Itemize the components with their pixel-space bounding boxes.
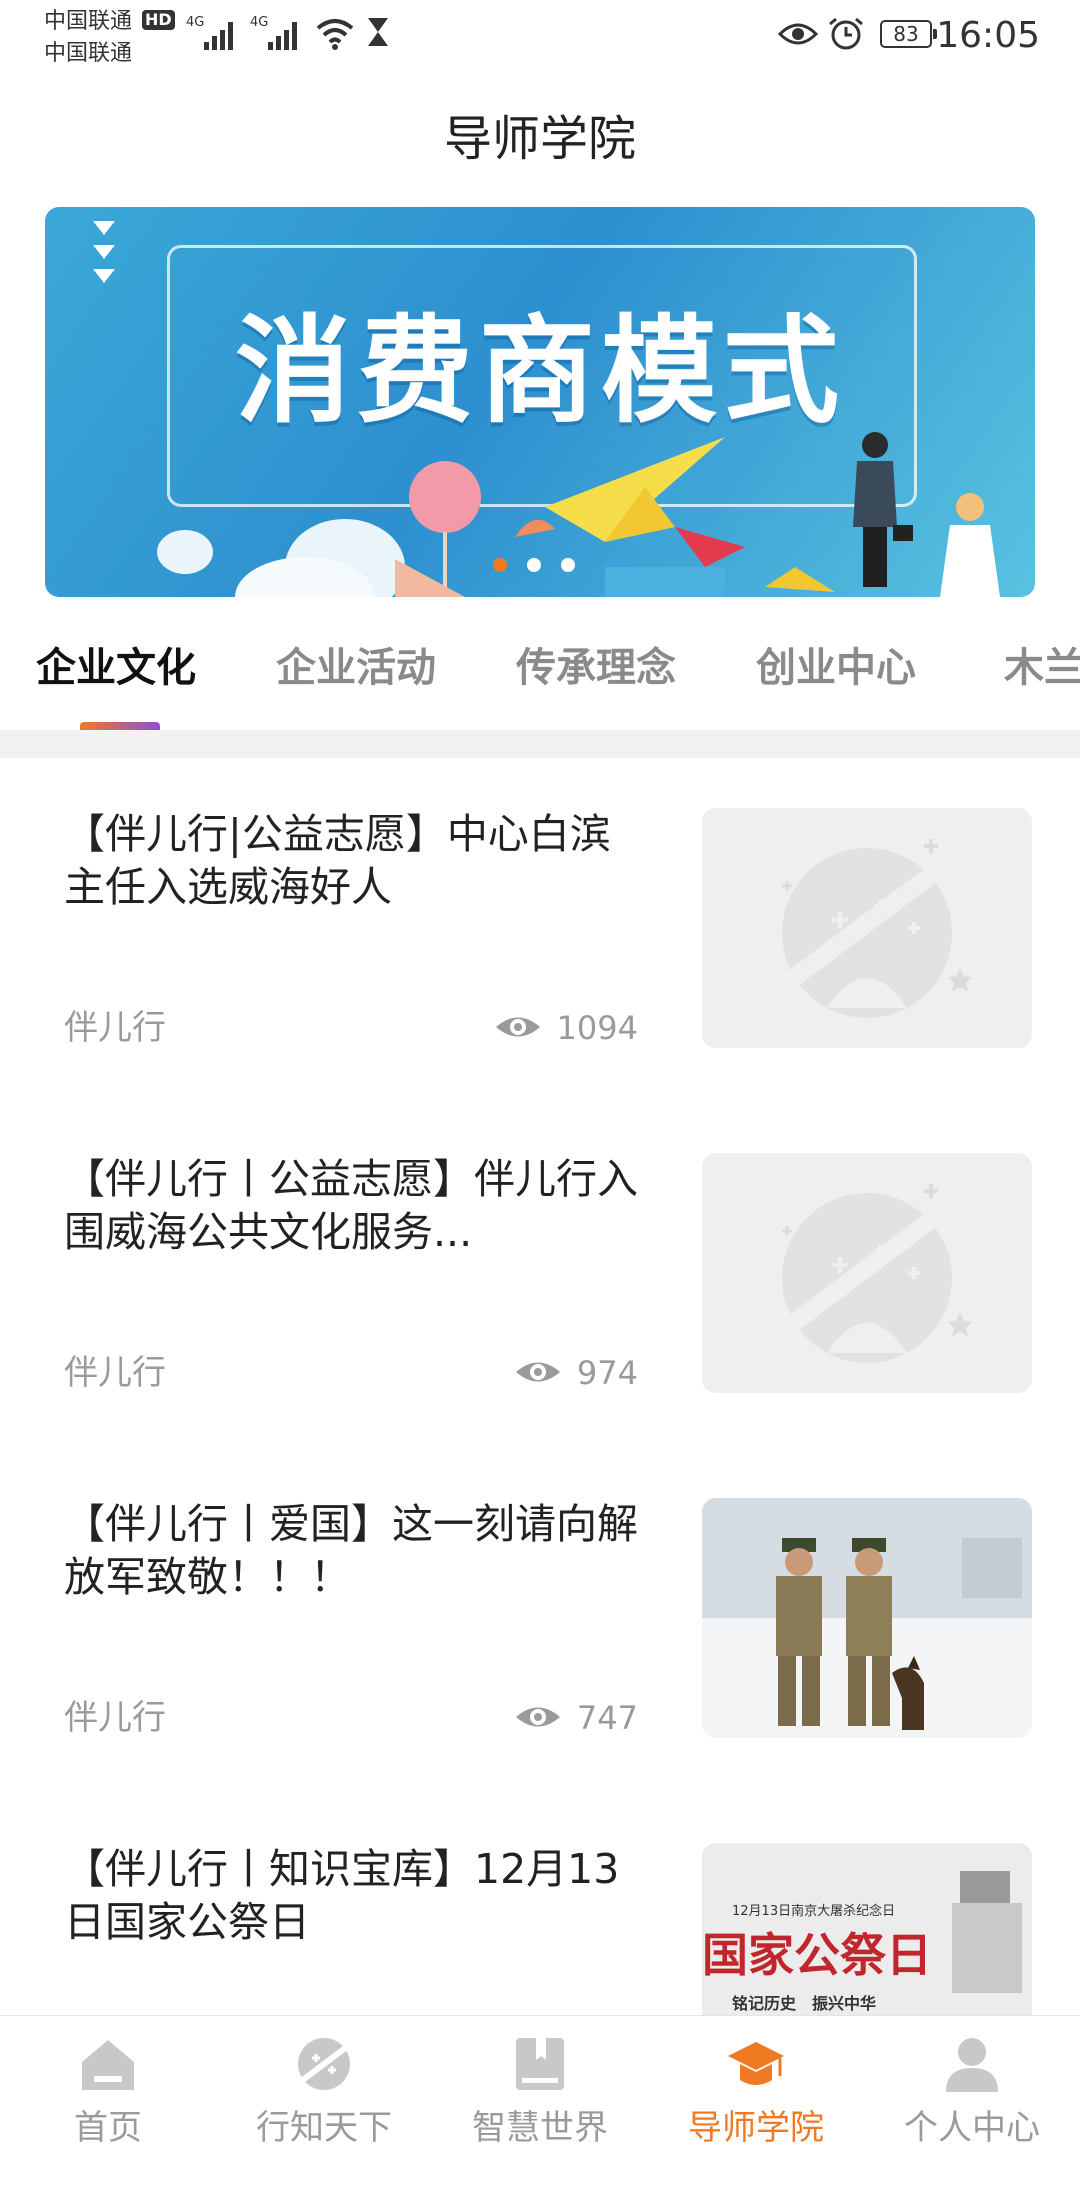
nav-explore-world[interactable]: 行知天下: [216, 2016, 432, 2161]
wifi-icon: [316, 19, 354, 50]
status-bar: 中国联通 中国联通 HD 4G 4G 83 16:05: [0, 0, 1080, 80]
section-divider: [0, 730, 1080, 758]
hd-badge: HD: [142, 10, 175, 30]
graduation-cap-icon: [728, 2042, 784, 2085]
carrier-name-1: 中国联通: [44, 9, 133, 34]
clock: 16:05: [936, 15, 1040, 56]
article-thumbnail: [702, 808, 1032, 1048]
article-title: 【伴儿行丨公益志愿】伴儿行入围威海公共文化服务...: [64, 1155, 638, 1256]
article-title: 【伴儿行|公益志愿】中心白滨主任入选威海好人: [64, 810, 611, 911]
person-icon: [946, 2038, 998, 2092]
article-title: 【伴儿行丨知识宝库】12月13日国家公祭日: [64, 1845, 620, 1946]
tab-enterprise-activities[interactable]: 企业活动: [276, 640, 436, 696]
nav-home[interactable]: 首页: [0, 2016, 216, 2161]
view-count: 747: [576, 1699, 638, 1737]
carousel-indicator: [493, 557, 595, 576]
carousel-dot[interactable]: [493, 558, 507, 572]
svg-text:4G: 4G: [186, 15, 204, 30]
hourglass-icon: [368, 18, 388, 46]
tab-startup-center[interactable]: 创业中心: [756, 640, 916, 696]
planet-icon: [298, 2038, 350, 2090]
home-icon: [82, 2040, 134, 2090]
nav-wisdom-world[interactable]: 智慧世界: [432, 2016, 648, 2161]
tab-mulan[interactable]: 木兰: [1004, 640, 1080, 696]
bottom-navigation: 首页 行知天下 智慧世界 导师学院 个人中心: [0, 2015, 1080, 2161]
placeholder-image-icon: [761, 839, 973, 1018]
carousel-dot[interactable]: [527, 558, 541, 572]
views-eye-icon: [496, 1017, 540, 1037]
eye-icon: [778, 23, 818, 45]
placeholder-image-icon: [761, 1184, 973, 1363]
article-source: 伴儿行: [64, 1008, 166, 1048]
soldiers-photo: [702, 1498, 1032, 1738]
nav-label: 行知天下: [256, 2108, 392, 2148]
view-count: 1094: [556, 1009, 638, 1047]
article-thumbnail: [702, 1153, 1032, 1393]
svg-text:国家公祭日: 国家公祭日: [702, 1928, 932, 1982]
list-item[interactable]: 【伴儿行丨爱国】这一刻请向解放军致敬！！！ 伴儿行 747: [0, 1498, 1080, 1843]
battery-icon: 83: [880, 20, 937, 48]
views-eye-icon: [516, 1362, 560, 1382]
views-eye-icon: [516, 1707, 560, 1727]
svg-text:12月13日南京大屠杀纪念日: 12月13日南京大屠杀纪念日: [732, 1903, 895, 1919]
signal-icon: 4G: [250, 15, 297, 50]
carousel-dot[interactable]: [561, 558, 575, 572]
carrier-name-2: 中国联通: [44, 41, 133, 66]
nav-label: 首页: [74, 2108, 142, 2148]
svg-text:铭记历史 振兴中华: 铭记历史 振兴中华: [732, 1994, 876, 2013]
active-tab-indicator: [80, 722, 160, 730]
page-title: 导师学院: [443, 111, 636, 167]
article-source: 伴儿行: [64, 1353, 166, 1393]
article-thumbnail: [702, 1498, 1032, 1738]
alarm-icon: [829, 17, 863, 50]
article-title: 【伴儿行丨爱国】这一刻请向解放军致敬！！！: [64, 1500, 638, 1601]
banner-carousel[interactable]: 消费商模式: [45, 207, 1035, 597]
nav-label: 个人中心: [904, 2108, 1040, 2148]
list-item[interactable]: 【伴儿行丨公益志愿】伴儿行入围威海公共文化服务... 伴儿行 974: [0, 1153, 1080, 1498]
article-source: 伴儿行: [64, 1698, 166, 1738]
nav-personal-center[interactable]: 个人中心: [864, 2016, 1080, 2161]
view-count: 974: [576, 1354, 638, 1392]
nav-label: 智慧世界: [472, 2108, 608, 2148]
tab-heritage-philosophy[interactable]: 传承理念: [516, 640, 676, 696]
category-tabs: 企业文化 企业活动 传承理念 创业中心 木兰: [0, 640, 1080, 730]
list-item[interactable]: 【伴儿行|公益志愿】中心白滨主任入选威海好人 伴儿行 1094: [0, 808, 1080, 1153]
banner-illustration: [157, 432, 1000, 597]
nav-label: 导师学院: [688, 2108, 824, 2148]
book-icon: [516, 2038, 564, 2090]
tab-enterprise-culture[interactable]: 企业文化: [36, 640, 196, 696]
svg-text:4G: 4G: [250, 15, 268, 30]
signal-icon: 4G: [186, 15, 233, 50]
nav-mentor-academy[interactable]: 导师学院: [648, 2016, 864, 2161]
